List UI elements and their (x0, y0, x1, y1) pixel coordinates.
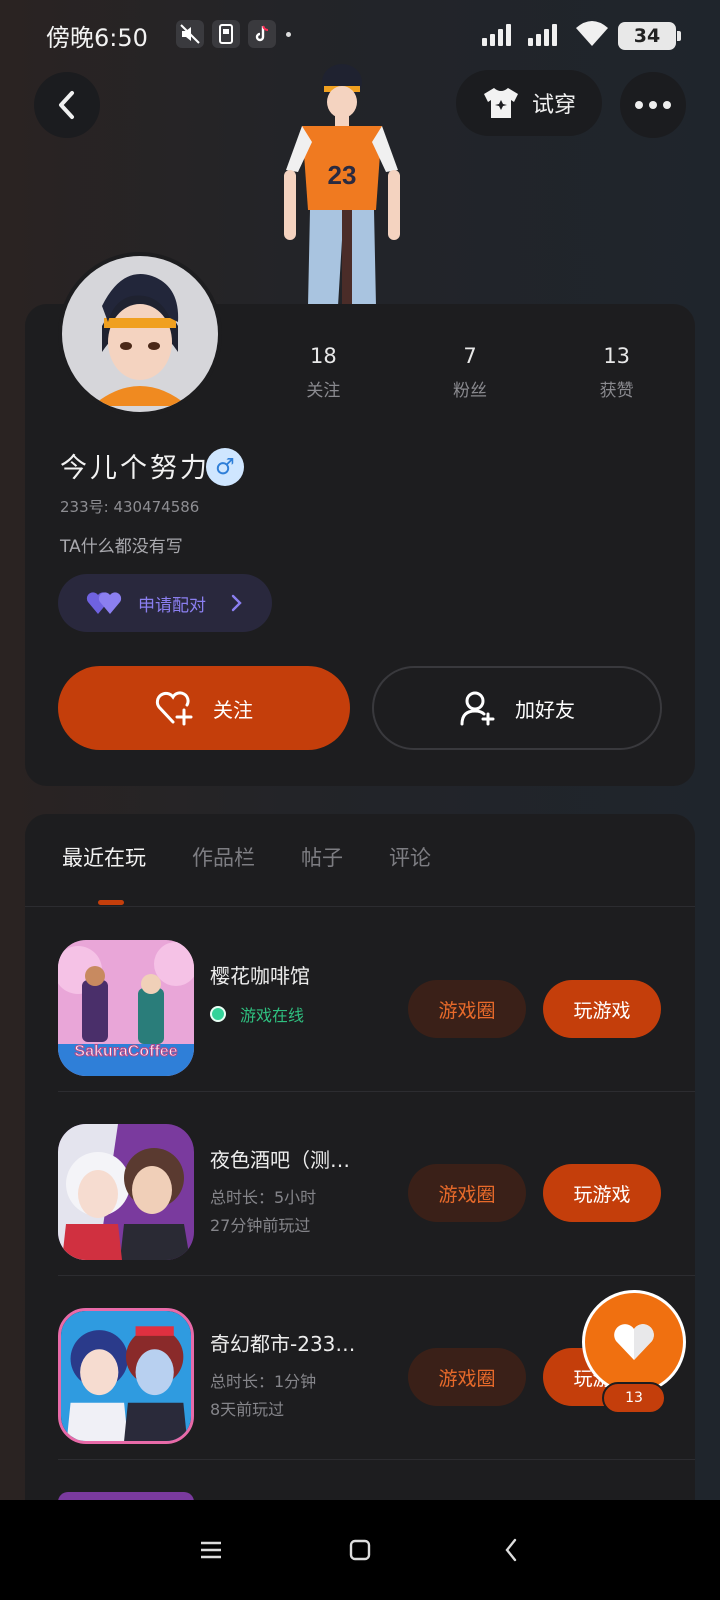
game-last-played: 27分钟前玩过 (210, 1216, 311, 1235)
tab-comments[interactable]: 评论 (389, 842, 431, 872)
row-divider (58, 1459, 695, 1460)
wifi-icon (576, 21, 608, 46)
profile-stats: 18 关注 7 粉丝 13 获赞 (250, 344, 690, 401)
stat-following[interactable]: 18 关注 (250, 344, 397, 401)
avatar[interactable] (58, 252, 222, 416)
tab-recently-played[interactable]: 最近在玩 (62, 842, 146, 872)
stat-fans-value: 7 (463, 344, 477, 368)
more-icon-dot (663, 101, 671, 109)
try-on-button[interactable]: 试穿 (456, 70, 602, 136)
chevron-right-icon (231, 594, 242, 612)
game-thumbnail-image (61, 1311, 191, 1441)
hearts-icon (86, 592, 122, 614)
status-time: 傍晚6:50 (46, 24, 148, 52)
game-play-duration: 总时长：5小时 (210, 1188, 317, 1207)
game-name: 樱花咖啡馆 (210, 964, 310, 988)
user-plus-icon (460, 691, 495, 726)
more-button[interactable] (620, 72, 686, 138)
game-circle-button[interactable]: 游戏圈 (408, 1348, 526, 1406)
game-circle-button[interactable]: 游戏圈 (408, 980, 526, 1038)
game-circle-button[interactable]: 游戏圈 (408, 1164, 526, 1222)
status-dot (286, 32, 291, 37)
request-pair-button[interactable]: 申请配对 (58, 574, 272, 632)
online-dot-icon (210, 1006, 226, 1022)
play-game-button[interactable]: 玩游戏 (543, 980, 661, 1038)
stat-fans[interactable]: 7 粉丝 (397, 344, 544, 401)
game-row[interactable]: SakuraCoffee 樱花咖啡馆 游戏在线 游戏圈 玩游戏 (58, 908, 695, 1092)
online-status: 游戏在线 (210, 1002, 304, 1026)
stat-likes-label: 获赞 (599, 381, 634, 401)
tab-bar: 最近在玩 作品栏 帖子 评论 (62, 842, 431, 872)
tab-indicator (98, 900, 124, 905)
game-name: 夜色酒吧（测… (210, 1148, 350, 1172)
more-icon (635, 101, 643, 109)
menu-button[interactable] (191, 1530, 231, 1570)
stat-fans-label: 粉丝 (453, 381, 487, 401)
menu-icon (201, 1541, 221, 1559)
app-notification-icon (212, 20, 240, 48)
game-row[interactable]: 夜色酒吧（测… 总时长：5小时 27分钟前玩过 游戏圈 玩游戏 (58, 1092, 695, 1276)
nav-back-button[interactable] (491, 1530, 531, 1570)
user-id: 233号: 430474586 (60, 498, 200, 516)
svg-text:23: 23 (328, 160, 357, 190)
like-fab[interactable] (582, 1290, 686, 1394)
system-nav-bar (0, 1500, 720, 1600)
stat-following-label: 关注 (306, 381, 341, 401)
game-last-played: 8天前玩过 (210, 1400, 285, 1419)
heart-plus-icon (155, 691, 193, 726)
game-thumbnail[interactable]: SakuraCoffee (58, 940, 194, 1076)
add-friend-button[interactable]: 加好友 (372, 666, 662, 750)
add-friend-label: 加好友 (515, 697, 575, 722)
tab-divider (25, 906, 695, 907)
try-on-label: 试穿 (531, 93, 576, 118)
signal-icon-2 (528, 22, 557, 46)
home-button[interactable] (340, 1530, 380, 1570)
status-notification-icons (176, 20, 276, 48)
back-icon (59, 91, 74, 119)
play-game-button[interactable]: 玩游戏 (543, 1164, 661, 1222)
mute-icon (176, 20, 204, 48)
stat-following-value: 18 (309, 344, 337, 368)
more-icon-dot (649, 101, 657, 109)
battery-indicator: 34 (618, 22, 681, 50)
male-gender-icon: ♂ (206, 448, 244, 486)
avatar-image (62, 256, 218, 412)
tab-works[interactable]: 作品栏 (192, 842, 255, 872)
game-thumbnail-image: SakuraCoffee (58, 940, 194, 1076)
nickname: 今儿个努力 (60, 453, 210, 484)
nav-back-icon (505, 1538, 517, 1562)
heart-icon (614, 1324, 654, 1360)
stat-likes[interactable]: 13 获赞 (543, 344, 690, 401)
back-button[interactable] (34, 72, 100, 138)
game-name: 奇幻都市-233… (210, 1332, 356, 1356)
online-status-text: 游戏在线 (240, 1006, 305, 1025)
game-thumb-title: SakuraCoffee (74, 1043, 177, 1060)
game-thumbnail-image (58, 1124, 194, 1260)
like-count-badge: 13 (602, 1382, 666, 1414)
tab-posts[interactable]: 帖子 (301, 842, 343, 872)
home-icon (349, 1539, 371, 1561)
game-play-duration: 总时长：1分钟 (210, 1372, 317, 1391)
game-thumbnail[interactable] (58, 1308, 194, 1444)
character-figure: 23 (284, 64, 400, 306)
tiktok-icon (248, 20, 276, 48)
follow-label: 关注 (213, 697, 253, 722)
signal-icon (482, 22, 511, 46)
request-pair-label: 申请配对 (138, 595, 206, 616)
game-thumbnail[interactable] (58, 1124, 194, 1260)
stat-likes-value: 13 (603, 344, 631, 368)
tshirt-icon (483, 88, 518, 118)
bio: TA什么都没有写 (60, 537, 183, 557)
follow-button[interactable]: 关注 (58, 666, 350, 750)
